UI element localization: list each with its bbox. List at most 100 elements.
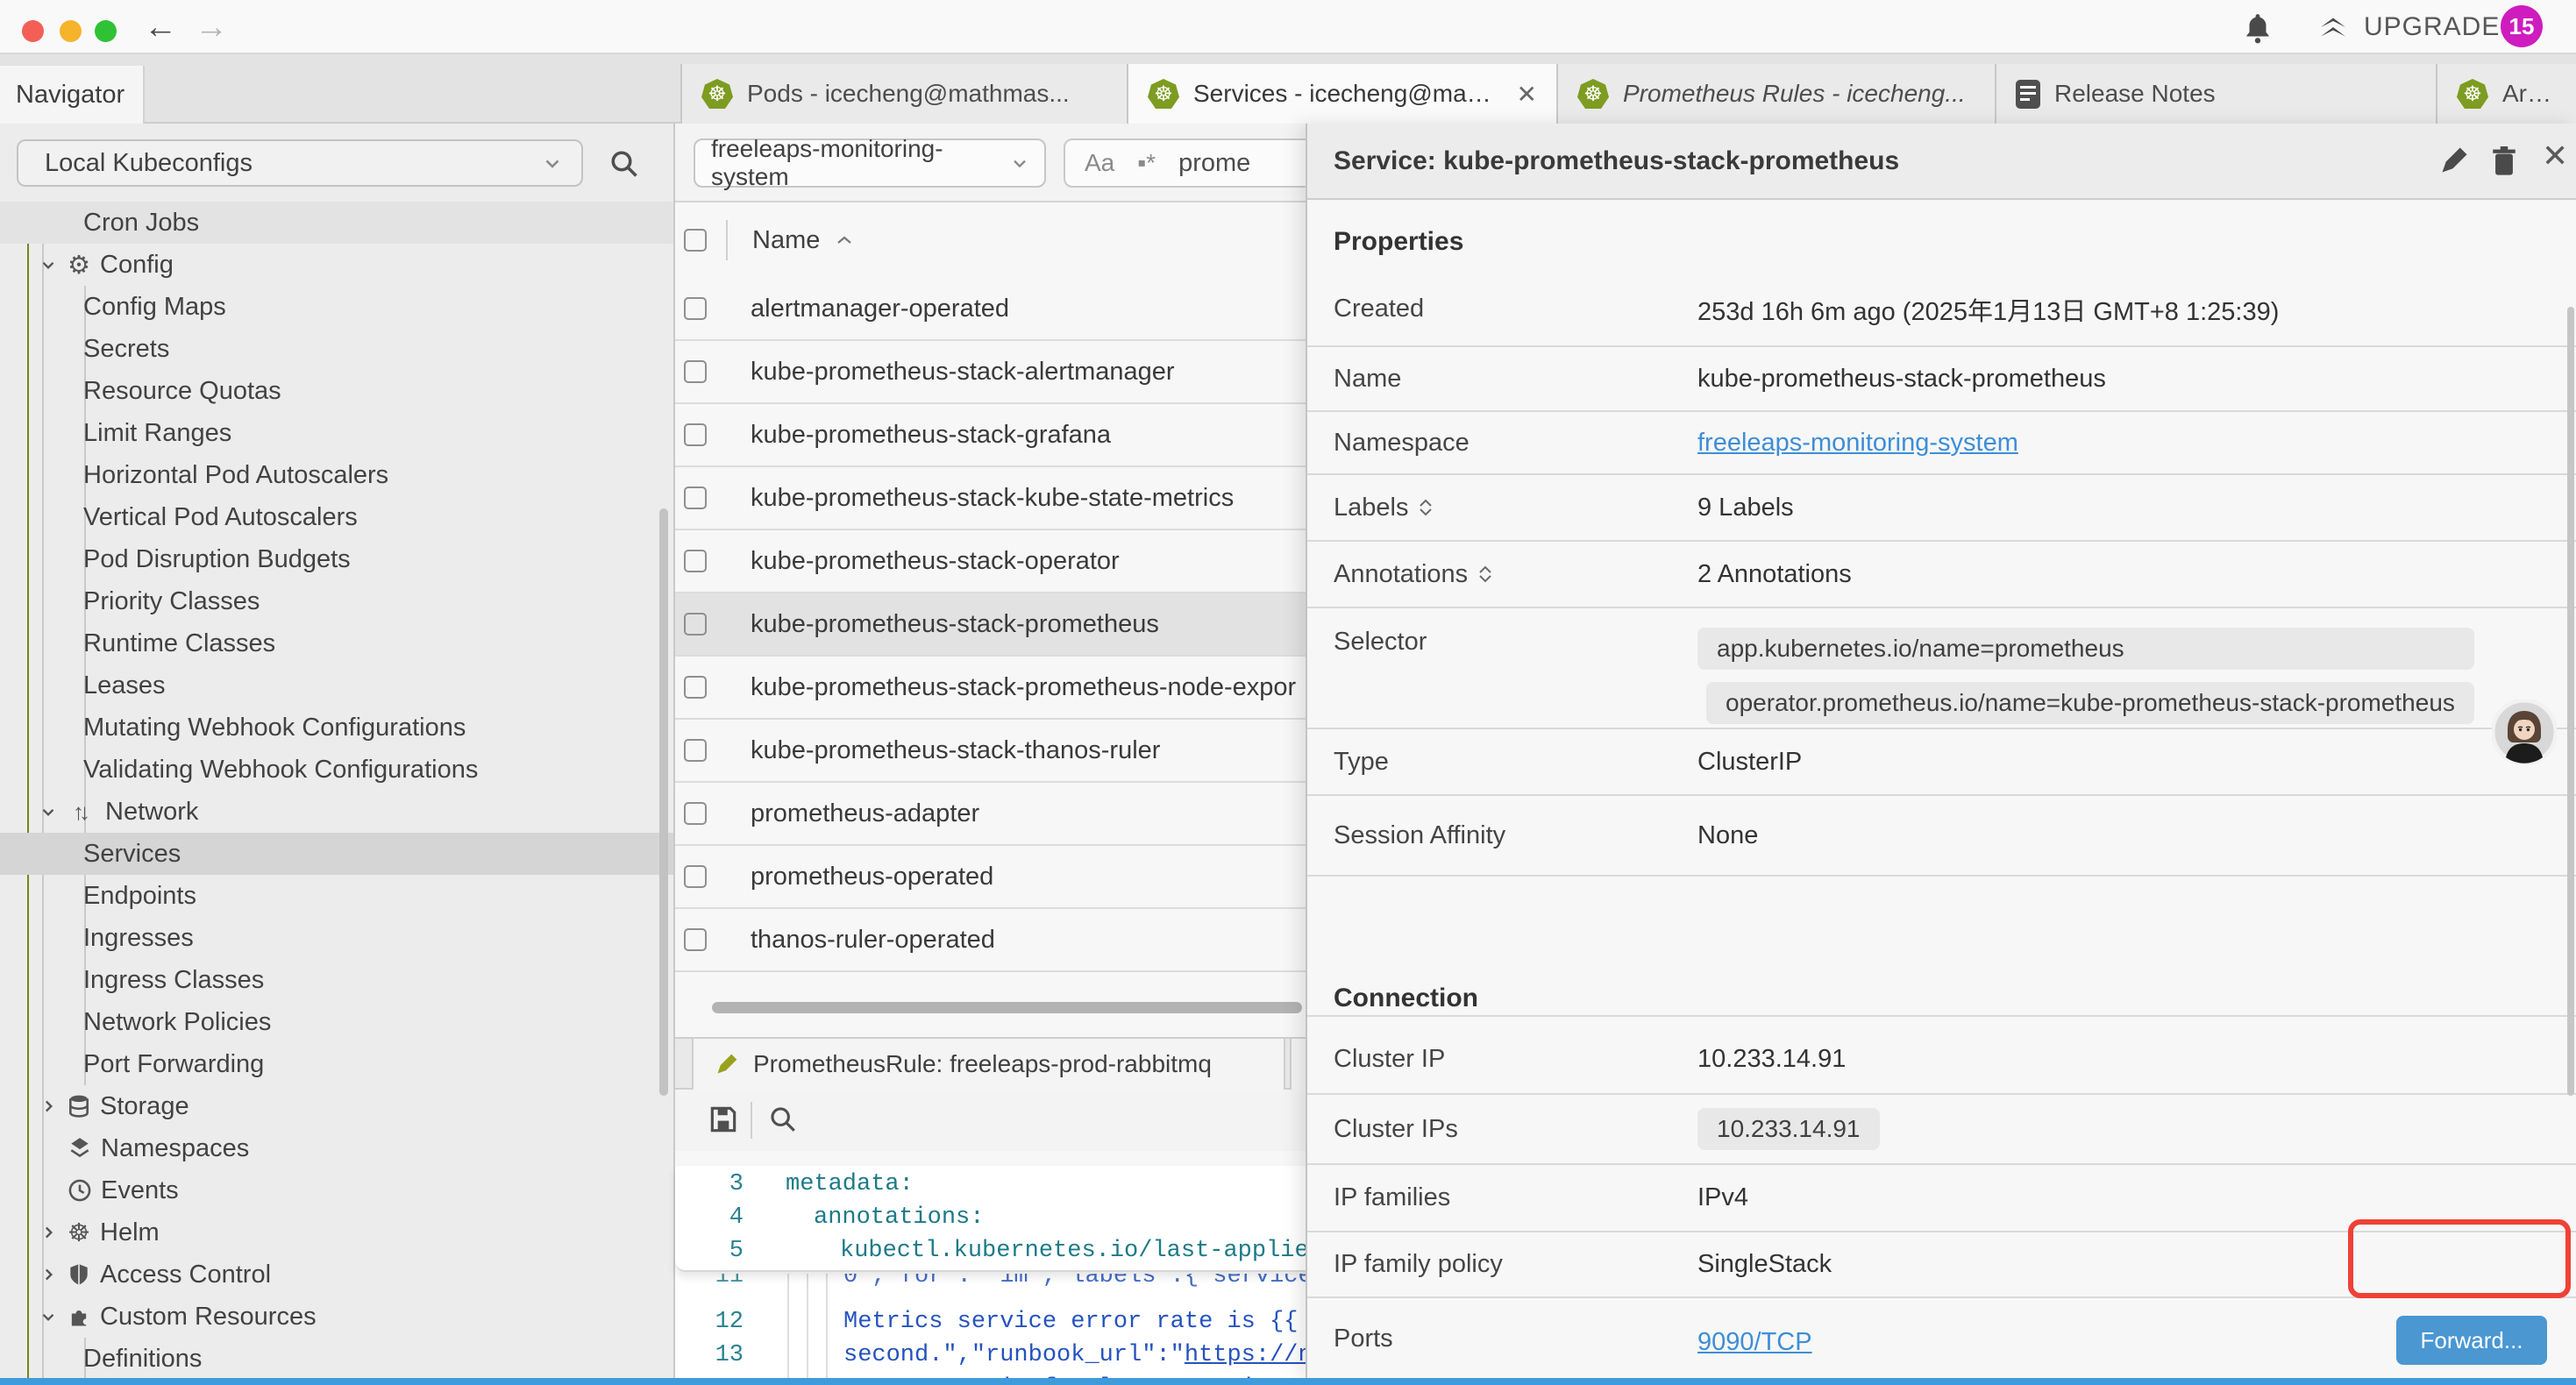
search-icon[interactable] [768,1104,798,1139]
sidebar-item-validating-webhook-configurations[interactable]: Validating Webhook Configurations [0,749,673,791]
sidebar-item-priority-classes[interactable]: Priority Classes [0,580,673,622]
search-query: prome [1178,149,1250,178]
row-checkbox[interactable] [684,297,707,320]
sidebar-item-config[interactable]: ⚙ Config [0,244,673,286]
row-checkbox[interactable] [684,928,707,951]
expander-icon[interactable] [1478,565,1492,583]
close-icon[interactable]: ✕ [2542,138,2568,174]
namespace-link[interactable]: freeleaps-monitoring-system [1697,429,2018,458]
trash-icon[interactable] [2489,145,2519,182]
traffic-light-minimize-button[interactable] [60,20,82,42]
sidebar-item-endpoints[interactable]: Endpoints [0,875,673,917]
kubeconfig-selector[interactable]: Local Kubeconfigs [17,139,583,187]
row-checkbox[interactable] [684,739,707,762]
sidebar-item-config-maps[interactable]: Config Maps [0,286,673,328]
network-icon: ↑↓ [66,799,92,826]
bell-icon[interactable] [2241,11,2274,50]
sidebar-item-network[interactable]: ↑↓ Network [0,791,673,833]
forward-button[interactable]: Forward... [2396,1316,2547,1365]
sidebar-item-services[interactable]: Services [0,833,673,875]
detail-header: Service: kube-prometheus-stack-prometheu… [1307,124,2576,200]
expander-icon[interactable] [1419,499,1433,516]
select-all-checkbox[interactable] [684,229,707,252]
row-checkbox[interactable] [684,360,707,383]
row-checkbox[interactable] [684,487,707,509]
sidebar-item-leases[interactable]: Leases [0,664,673,707]
sidebar-item-mutating-webhook-configurations[interactable]: Mutating Webhook Configurations [0,707,673,749]
search-icon[interactable] [608,148,640,184]
section-heading-properties: Properties [1334,227,1463,257]
upgrade-button[interactable]: UPGRADE [2315,9,2500,46]
row-checkbox[interactable] [684,550,707,572]
row-checkbox[interactable] [684,676,707,699]
column-divider [726,220,728,260]
title-bar: ← → UPGRADE 15 [0,0,2576,54]
row-checkbox[interactable] [684,865,707,888]
sidebar-item-network-policies[interactable]: Network Policies [0,1001,673,1043]
document-icon [2016,80,2040,109]
match-case-toggle[interactable]: Aa [1085,149,1114,177]
sidebar-item-helm[interactable]: ☸ Helm [0,1211,673,1254]
sidebar-item-pod-disruption-budgets[interactable]: Pod Disruption Budgets [0,538,673,580]
row-checkbox[interactable] [684,802,707,825]
name-column-header[interactable]: Name [752,226,820,255]
detail-row-cluster-ip [1307,948,2576,1017]
horizontal-scrollbar[interactable] [712,1002,1302,1013]
chevron-down-icon [39,255,58,274]
tab-services[interactable]: ☸ Services - icecheng@math... ✕ [1127,64,1556,124]
sidebar-item-events[interactable]: Events [0,1169,673,1211]
port-link[interactable]: 9090/TCP [1697,1328,1812,1357]
detail-row-name: Name kube-prometheus-stack-prometheus [1307,347,2576,412]
tab-pods[interactable]: ☸ Pods - icecheng@mathmas... [680,64,1127,124]
puzzle-icon [66,1304,92,1329]
tab-release-notes[interactable]: Release Notes [1995,64,2436,124]
detail-row-namespace: Namespace freeleaps-monitoring-system [1307,412,2576,475]
regex-toggle[interactable]: ▪* [1137,149,1156,177]
chevron-down-icon [39,802,58,821]
sidebar-item-storage[interactable]: Storage [0,1085,673,1127]
back-icon[interactable]: ← [144,9,177,46]
avatar[interactable] [2492,700,2557,764]
sidebar-item-runtime-classes[interactable]: Runtime Classes [0,622,673,664]
row-checkbox[interactable] [684,423,707,446]
sidebar-item-port-forwarding[interactable]: Port Forwarding [0,1043,673,1085]
forward-icon[interactable]: → [195,9,228,46]
database-icon [66,1094,92,1119]
sort-asc-icon[interactable] [836,234,853,246]
detail-row-created: Created 253d 16h 6m ago (2025年1月13日 GMT+… [1307,273,2576,347]
kubernetes-icon: ☸ [2457,79,2488,109]
traffic-light-zoom-button[interactable] [95,20,117,42]
sidebar-scrollbar[interactable] [659,508,668,1096]
sidebar-item-custom-resources[interactable]: Custom Resources [0,1296,673,1338]
sidebar-item-namespaces[interactable]: Namespaces [0,1127,673,1169]
sidebar-item-access-control[interactable]: Access Control [0,1254,673,1296]
detail-scrollbar[interactable] [2567,307,2574,1096]
close-icon[interactable]: ✕ [1517,80,1537,109]
selector-chip: operator.prometheus.io/name=kube-prometh… [1706,682,2474,724]
traffic-light-close-button[interactable] [22,20,44,42]
tab-argo[interactable]: ☸ Argo Se [2436,64,2576,124]
tab-strip: Navigator ☸ Pods - icecheng@mathmas... ☸… [0,54,2576,124]
tab-prometheus-rules[interactable]: ☸ Prometheus Rules - icecheng... [1556,64,1995,124]
tab-navigator[interactable]: Navigator [0,66,145,124]
kubernetes-icon: ☸ [1577,79,1609,109]
sidebar-item-vertical-pod-autoscalers[interactable]: Vertical Pod Autoscalers [0,496,673,538]
editor-tab-prometheusrule[interactable]: PrometheusRule: freeleaps-prod-rabbitmq [692,1039,1285,1090]
service-detail-panel: Service: kube-prometheus-stack-prometheu… [1306,124,2576,1378]
sidebar-item-resource-quotas[interactable]: Resource Quotas [0,370,673,412]
sidebar-item-cron-jobs[interactable]: Cron Jobs [0,202,673,244]
sidebar-item-ingresses[interactable]: Ingresses [0,917,673,959]
row-checkbox[interactable] [684,613,707,636]
sidebar-item-horizontal-pod-autoscalers[interactable]: Horizontal Pod Autoscalers [0,454,673,496]
sidebar-item-secrets[interactable]: Secrets [0,328,673,370]
namespace-selector[interactable]: freeleaps-monitoring-system [694,138,1046,188]
chevron-right-icon [39,1223,58,1242]
notification-badge[interactable]: 15 [2501,5,2543,47]
detail-body: Properties Created 253d 16h 6m ago (2025… [1307,202,2576,1378]
sidebar-item-definitions[interactable]: Definitions [0,1338,673,1380]
sidebar-item-ingress-classes[interactable]: Ingress Classes [0,959,673,1001]
detail-row-ports: Ports [1307,1298,2576,1385]
sidebar-item-limit-ranges[interactable]: Limit Ranges [0,412,673,454]
save-icon[interactable] [707,1103,740,1140]
edit-icon[interactable] [2438,145,2470,181]
